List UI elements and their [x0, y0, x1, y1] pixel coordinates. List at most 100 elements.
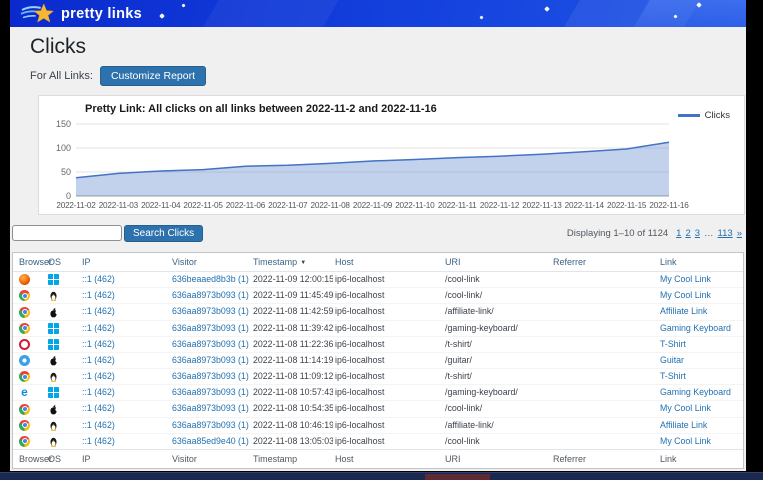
cell-os — [46, 272, 80, 288]
linux-icon — [48, 436, 59, 447]
table-row: ::1 (462)636aa8973b093 (1)2022-11-08 11:… — [13, 320, 743, 336]
visitor-link[interactable]: 636aa8973b093 (1) — [172, 323, 249, 333]
cell-visitor: 636aa8973b093 (1) — [170, 288, 251, 304]
ip-link[interactable]: ::1 (462) — [82, 339, 115, 349]
visitor-link[interactable]: 636aa8973b093 (1) — [172, 420, 249, 430]
page-link-113[interactable]: 113 — [718, 228, 733, 239]
visitor-link[interactable]: 636aa8973b093 (1) — [172, 387, 249, 397]
cell-referrer — [551, 385, 658, 401]
windows-icon — [48, 323, 59, 334]
column-header-referrer[interactable]: Referrer — [551, 253, 658, 272]
pretty-link[interactable]: Guitar — [660, 355, 684, 365]
svg-text:100: 100 — [56, 143, 71, 153]
next-page-link[interactable]: » — [737, 228, 742, 239]
cell-visitor: 636aa8973b093 (1) — [170, 336, 251, 352]
visitor-link[interactable]: 636aa8973b093 (1) — [172, 306, 249, 316]
ip-link[interactable]: ::1 (462) — [82, 387, 115, 397]
pretty-link[interactable]: Gaming Keyboard — [660, 323, 731, 333]
customize-report-button[interactable]: Customize Report — [100, 66, 206, 86]
pretty-link[interactable]: My Cool Link — [660, 436, 711, 446]
visitor-link[interactable]: 636aa8973b093 (1) — [172, 355, 249, 365]
cell-link: Affiliate Link — [658, 304, 743, 320]
mac-icon — [48, 307, 59, 318]
pretty-link[interactable]: My Cool Link — [660, 403, 711, 413]
column-header-link-footer[interactable]: Link — [658, 449, 743, 468]
ip-link[interactable]: ::1 (462) — [82, 403, 115, 413]
cell-timestamp: 2022-11-08 10:54:35 — [251, 401, 333, 417]
ip-link[interactable]: ::1 (462) — [82, 436, 115, 446]
visitor-link[interactable]: 636aa8973b093 (1) — [172, 290, 249, 300]
svg-text:150: 150 — [56, 119, 71, 129]
pretty-link[interactable]: Affiliate Link — [660, 420, 707, 430]
page-link-2[interactable]: 2 — [685, 228, 690, 239]
ip-link[interactable]: ::1 (462) — [82, 274, 115, 284]
header-decor-band — [196, 0, 345, 27]
search-input[interactable] — [12, 225, 122, 241]
visitor-link[interactable]: 636aa8973b093 (1) — [172, 339, 249, 349]
cell-ip: ::1 (462) — [80, 320, 170, 336]
column-header-ip-footer[interactable]: IP — [80, 449, 170, 468]
pretty-links-logo[interactable]: pretty links — [20, 2, 142, 25]
cell-timestamp: 2022-11-08 13:05:03 — [251, 433, 333, 449]
cell-os — [46, 320, 80, 336]
pretty-link[interactable]: My Cool Link — [660, 274, 711, 284]
visitor-link[interactable]: 636beaaed8b3b (1) — [172, 274, 249, 284]
column-header-visitor-footer[interactable]: Visitor — [170, 449, 251, 468]
svg-text:2022-11-10: 2022-11-10 — [395, 201, 435, 210]
pretty-link[interactable]: T-Shirt — [660, 371, 686, 381]
pretty-link[interactable]: T-Shirt — [660, 339, 686, 349]
cell-os — [46, 336, 80, 352]
cell-host: ip6-localhost — [333, 288, 443, 304]
column-header-browser[interactable]: Browser — [13, 253, 46, 272]
cell-referrer — [551, 352, 658, 368]
column-header-uri[interactable]: URI — [443, 253, 551, 272]
column-header-ip[interactable]: IP — [80, 253, 170, 272]
browser-viewport: pretty links Clicks For All Links: Custo… — [10, 0, 746, 471]
ip-link[interactable]: ::1 (462) — [82, 306, 115, 316]
sparkle-icon — [159, 13, 165, 19]
svg-text:2022-11-02: 2022-11-02 — [56, 201, 96, 210]
visitor-link[interactable]: 636aa8973b093 (1) — [172, 403, 249, 413]
page-link-1[interactable]: 1 — [676, 228, 681, 239]
column-header-visitor[interactable]: Visitor — [170, 253, 251, 272]
column-header-os[interactable]: OS — [46, 253, 80, 272]
svg-text:2022-11-05: 2022-11-05 — [183, 201, 223, 210]
column-header-os-footer[interactable]: OS — [46, 449, 80, 468]
ip-link[interactable]: ::1 (462) — [82, 355, 115, 365]
column-header-host-footer[interactable]: Host — [333, 449, 443, 468]
visitor-link[interactable]: 636aa8973b093 (1) — [172, 371, 249, 381]
column-header-referrer-footer[interactable]: Referrer — [551, 449, 658, 468]
ip-link[interactable]: ::1 (462) — [82, 420, 115, 430]
search-clicks-button[interactable]: Search Clicks — [124, 225, 203, 242]
edge-icon: e — [19, 387, 30, 398]
cell-ip: ::1 (462) — [80, 336, 170, 352]
visitor-link[interactable]: 636aa85ed9e40 (1) — [172, 436, 249, 446]
ip-link[interactable]: ::1 (462) — [82, 290, 115, 300]
ip-link[interactable]: ::1 (462) — [82, 323, 115, 333]
column-header-link[interactable]: Link — [658, 253, 743, 272]
cell-uri: /cool-link/ — [443, 401, 551, 417]
cell-ip: ::1 (462) — [80, 369, 170, 385]
mac-icon — [48, 404, 59, 415]
pretty-link[interactable]: My Cool Link — [660, 290, 711, 300]
cell-referrer — [551, 288, 658, 304]
chrome-icon — [19, 307, 30, 318]
pretty-link[interactable]: Affiliate Link — [660, 306, 707, 316]
svg-text:2022-11-13: 2022-11-13 — [522, 201, 562, 210]
pretty-link[interactable]: Gaming Keyboard — [660, 387, 731, 397]
cell-browser — [13, 304, 46, 320]
windows-icon — [48, 274, 59, 285]
column-header-host[interactable]: Host — [333, 253, 443, 272]
cell-browser — [13, 352, 46, 368]
cell-referrer — [551, 369, 658, 385]
column-header-timestamp-footer[interactable]: Timestamp — [251, 449, 333, 468]
column-header-browser-footer[interactable]: Browser — [13, 449, 46, 468]
table-row: ::1 (462)636aa8973b093 (1)2022-11-09 11:… — [13, 288, 743, 304]
page-link-3[interactable]: 3 — [695, 228, 700, 239]
cell-host: ip6-localhost — [333, 401, 443, 417]
ip-link[interactable]: ::1 (462) — [82, 371, 115, 381]
column-header-timestamp[interactable]: Timestamp▼ — [251, 253, 333, 272]
cell-browser: e — [13, 385, 46, 401]
column-header-uri-footer[interactable]: URI — [443, 449, 551, 468]
safari-icon — [19, 355, 30, 366]
